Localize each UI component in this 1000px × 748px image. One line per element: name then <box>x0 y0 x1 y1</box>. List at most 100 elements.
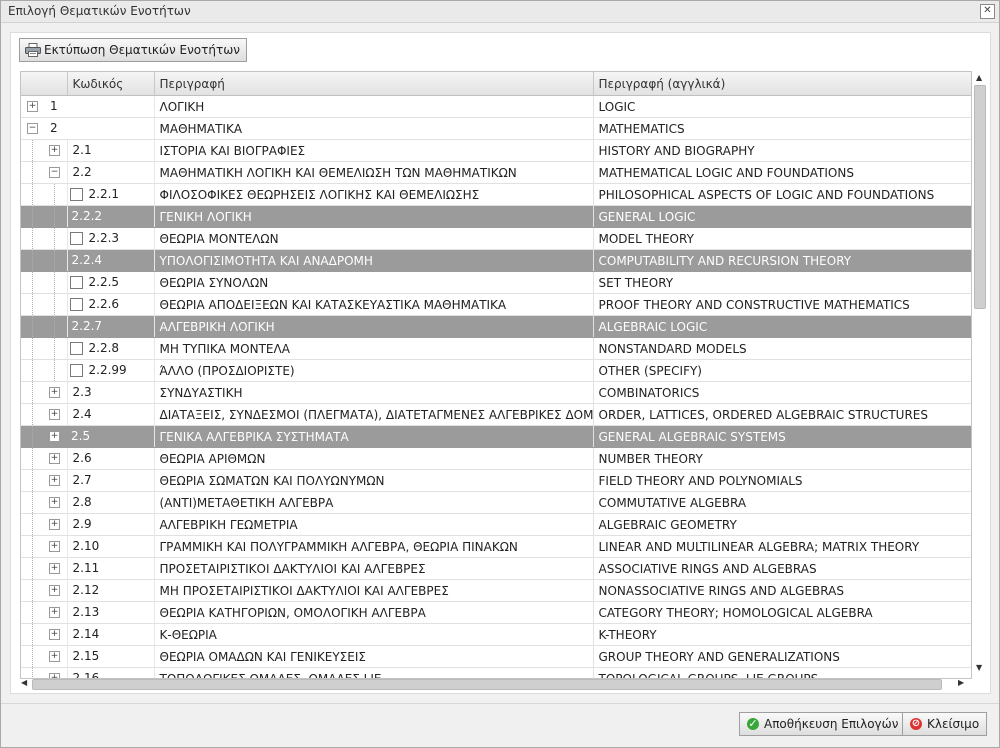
code-cell: 2.10 <box>67 535 155 558</box>
dialog-titlebar[interactable]: Επιλογή Θεματικών Ενοτήτων ✕ <box>1 1 999 23</box>
tree-connector <box>32 404 33 425</box>
scroll-left-icon[interactable]: ◀ <box>21 678 27 687</box>
code-cell: 2.2.6 <box>67 293 155 316</box>
tree-connector <box>32 536 33 557</box>
row-code: 2.7 <box>72 473 92 487</box>
row-code: 2.10 <box>72 539 100 553</box>
table-row[interactable]: +1 ΛΟΓΙΚΗ LOGIC <box>21 95 971 118</box>
code-cell: 2.2.7 <box>67 315 155 338</box>
expand-icon[interactable]: + <box>49 431 60 442</box>
table-row[interactable]: 2.2.2 ΓΕΝΙΚΗ ΛΟΓΙΚΗ GENERAL LOGIC <box>21 205 971 228</box>
horizontal-scrollbar[interactable]: ◀ ▶ <box>20 677 970 691</box>
header-description[interactable]: Περιγραφή <box>154 72 594 96</box>
vertical-scroll-thumb[interactable] <box>974 85 986 309</box>
row-description: ΣΥΝΔΥΑΣΤΙΚΗ <box>154 381 594 404</box>
expand-icon[interactable]: + <box>49 607 60 618</box>
tree-connector <box>32 624 33 645</box>
expand-icon[interactable]: + <box>27 101 38 112</box>
header-code[interactable]: Κωδικός <box>67 72 155 96</box>
expand-icon[interactable]: + <box>49 497 60 508</box>
save-selections-button[interactable]: ✓ Αποθήκευση Επιλογών <box>739 712 907 736</box>
expand-icon[interactable]: + <box>49 409 60 420</box>
table-row[interactable]: +2.11 ΠΡΟΣΕΤΑΙΡΙΣΤΙΚΟΙ ΔΑΚΤΥΛΙΟΙ ΚΑΙ ΑΛΓΕ… <box>21 557 971 580</box>
tree-cell <box>21 183 68 206</box>
row-code: 1 <box>50 99 58 113</box>
table-row[interactable]: 2.2.4 ΥΠΟΛΟΓΙΣΙΜΟΤΗΤΑ ΚΑΙ ΑΝΑΔΡΟΜΗ COMPUTA… <box>21 249 971 272</box>
code-cell: 2.12 <box>67 579 155 602</box>
tree-cell: − <box>21 161 68 184</box>
table-row[interactable]: 2.2.6 ΘΕΩΡΙΑ ΑΠΟΔΕΙΞΕΩΝ ΚΑΙ ΚΑΤΑΣΚΕΥΑΣΤΙΚ… <box>21 293 971 316</box>
table-row[interactable]: +2.5 ΓΕΝΙΚΑ ΑΛΓΕΒΡΙΚΑ ΣΥΣΤΗΜΑΤΑ GENERAL AL… <box>21 425 971 448</box>
code-cell: 2.13 <box>67 601 155 624</box>
code-cell: 2.3 <box>67 381 155 404</box>
tree-cell: + <box>21 381 68 404</box>
row-code: 2.12 <box>72 583 100 597</box>
table-row[interactable]: 2.2.1 ΦΙΛΟΣΟΦΙΚΕΣ ΘΕΩΡΗΣΕΙΣ ΛΟΓΙΚΗΣ ΚΑΙ Θ… <box>21 183 971 206</box>
header-description-en[interactable]: Περιγραφή (αγγλικά) <box>593 72 971 96</box>
expand-icon[interactable]: + <box>49 541 60 552</box>
expand-icon[interactable]: + <box>49 453 60 464</box>
row-checkbox[interactable] <box>69 342 83 355</box>
table-row[interactable]: 2.2.3 ΘΕΩΡΙΑ ΜΟΝΤΕΛΩΝ MODEL THEORY <box>21 227 971 250</box>
row-description-en: K-THEORY <box>593 623 971 646</box>
tree-cell: + <box>21 491 68 514</box>
expand-icon[interactable]: + <box>49 145 60 156</box>
table-row[interactable]: +2.10 ΓΡΑΜΜΙΚΗ ΚΑΙ ΠΟΛΥΓΡΑΜΜΙΚΗ ΑΛΓΕΒΡΑ, … <box>21 535 971 558</box>
table-row[interactable]: +2.3 ΣΥΝΔΥΑΣΤΙΚΗ COMBINATORICS <box>21 381 971 404</box>
table-row[interactable]: +2.1 ΙΣΤΟΡΙΑ ΚΑΙ ΒΙΟΓΡΑΦΙΕΣ HISTORY AND BI… <box>21 139 971 162</box>
row-description: ΑΛΓΕΒΡΙΚΗ ΓΕΩΜΕΤΡΙΑ <box>154 513 594 536</box>
tree-cell: + <box>21 403 68 426</box>
collapse-icon[interactable]: − <box>49 167 60 178</box>
row-code: 2.2.7 <box>71 319 103 333</box>
table-row[interactable]: +2.4 ΔΙΑΤΑΞΕΙΣ, ΣΥΝΔΕΣΜΟΙ (ΠΛΕΓΜΑΤΑ), ΔΙΑ… <box>21 403 971 426</box>
collapse-icon[interactable]: − <box>27 123 38 134</box>
expand-icon[interactable]: + <box>49 629 60 640</box>
tree-cell <box>21 359 68 382</box>
scroll-down-icon[interactable]: ▼ <box>976 663 982 672</box>
expand-icon[interactable]: + <box>49 387 60 398</box>
table-row[interactable]: +2.7 ΘΕΩΡΙΑ ΣΩΜΑΤΩΝ ΚΑΙ ΠΟΛΥΩΝΥΜΩΝ FIELD T… <box>21 469 971 492</box>
code-cell: 2.2.2 <box>67 205 155 228</box>
table-row[interactable]: 2.2.5 ΘΕΩΡΙΑ ΣΥΝΟΛΩΝ SET THEORY <box>21 271 971 294</box>
expand-icon[interactable]: + <box>49 519 60 530</box>
table-row[interactable]: +2.14 Κ-ΘΕΩΡΙΑ K-THEORY <box>21 623 971 646</box>
scroll-right-icon[interactable]: ▶ <box>958 678 964 687</box>
tree-connector <box>54 228 55 249</box>
table-row[interactable]: +2.8 (ΑΝΤΙ)ΜΕΤΑΘΕΤΙΚΗ ΑΛΓΕΒΡΑ COMMUTATIVE … <box>21 491 971 514</box>
code-cell: 2.4 <box>67 403 155 426</box>
table-row[interactable]: 2.2.8 ΜΗ ΤΥΠΙΚΑ ΜΟΝΤΕΛΑ NONSTANDARD MODELS <box>21 337 971 360</box>
table-row[interactable]: +2.13 ΘΕΩΡΙΑ ΚΑΤΗΓΟΡΙΩΝ, ΟΜΟΛΟΓΙΚΗ ΑΛΓΕΒΡ… <box>21 601 971 624</box>
tree-cell: +2.5 <box>21 425 155 448</box>
row-code: 2.14 <box>72 627 100 641</box>
print-button[interactable]: Εκτύπωση Θεματικών Ενοτήτων <box>19 38 247 62</box>
expand-icon[interactable]: + <box>49 563 60 574</box>
tree-connector <box>32 206 33 227</box>
table-row[interactable]: − 2.2 ΜΑΘΗΜΑΤΙΚΗ ΛΟΓΙΚΗ ΚΑΙ ΘΕΜΕΛΙΩΣΗ ΤΩΝ … <box>21 161 971 184</box>
row-description: ΘΕΩΡΙΑ ΚΑΤΗΓΟΡΙΩΝ, ΟΜΟΛΟΓΙΚΗ ΑΛΓΕΒΡΑ <box>154 601 594 624</box>
vertical-scrollbar[interactable]: ▲ ▼ <box>972 71 988 677</box>
row-checkbox[interactable] <box>69 364 83 377</box>
row-description: Κ-ΘΕΩΡΙΑ <box>154 623 594 646</box>
table-row[interactable]: +2.15 ΘΕΩΡΙΑ ΟΜΑΔΩΝ ΚΑΙ ΓΕΝΙΚΕΥΣΕΙΣ GROUP … <box>21 645 971 668</box>
row-code: 2.2.99 <box>88 363 127 377</box>
expand-icon[interactable]: + <box>49 651 60 662</box>
row-checkbox[interactable] <box>69 188 83 201</box>
table-row[interactable]: 2.2.7 ΑΛΓΕΒΡΙΚΗ ΛΟΓΙΚΗ ALGEBRAIC LOGIC <box>21 315 971 338</box>
expand-icon[interactable]: + <box>49 475 60 486</box>
close-button[interactable]: ⊘ Κλείσιμο <box>902 712 988 736</box>
tree-connector <box>32 250 33 271</box>
expand-icon[interactable]: + <box>49 585 60 596</box>
table-row[interactable]: +2.12 ΜΗ ΠΡΟΣΕΤΑΙΡΙΣΤΙΚΟΙ ΔΑΚΤΥΛΙΟΙ ΚΑΙ Α… <box>21 579 971 602</box>
tree-connector <box>32 492 33 513</box>
table-row[interactable]: 2.2.99 ΆΛΛΟ (ΠΡΟΣΔΙΟΡΙΣΤΕ) OTHER (SPECIFY) <box>21 359 971 382</box>
close-icon[interactable]: ✕ <box>980 4 995 19</box>
row-checkbox[interactable] <box>69 298 83 311</box>
horizontal-scroll-thumb[interactable] <box>32 679 942 690</box>
scroll-up-icon[interactable]: ▲ <box>976 73 982 82</box>
table-row[interactable]: −2 ΜΑΘΗΜΑΤΙΚΑ MATHEMATICS <box>21 117 971 140</box>
row-checkbox[interactable] <box>69 232 83 245</box>
tree-cell: + <box>21 645 68 668</box>
table-row[interactable]: +2.9 ΑΛΓΕΒΡΙΚΗ ΓΕΩΜΕΤΡΙΑ ALGEBRAIC GEOMETR… <box>21 513 971 536</box>
row-checkbox[interactable] <box>69 276 83 289</box>
table-row[interactable]: +2.6 ΘΕΩΡΙΑ ΑΡΙΘΜΩΝ NUMBER THEORY <box>21 447 971 470</box>
